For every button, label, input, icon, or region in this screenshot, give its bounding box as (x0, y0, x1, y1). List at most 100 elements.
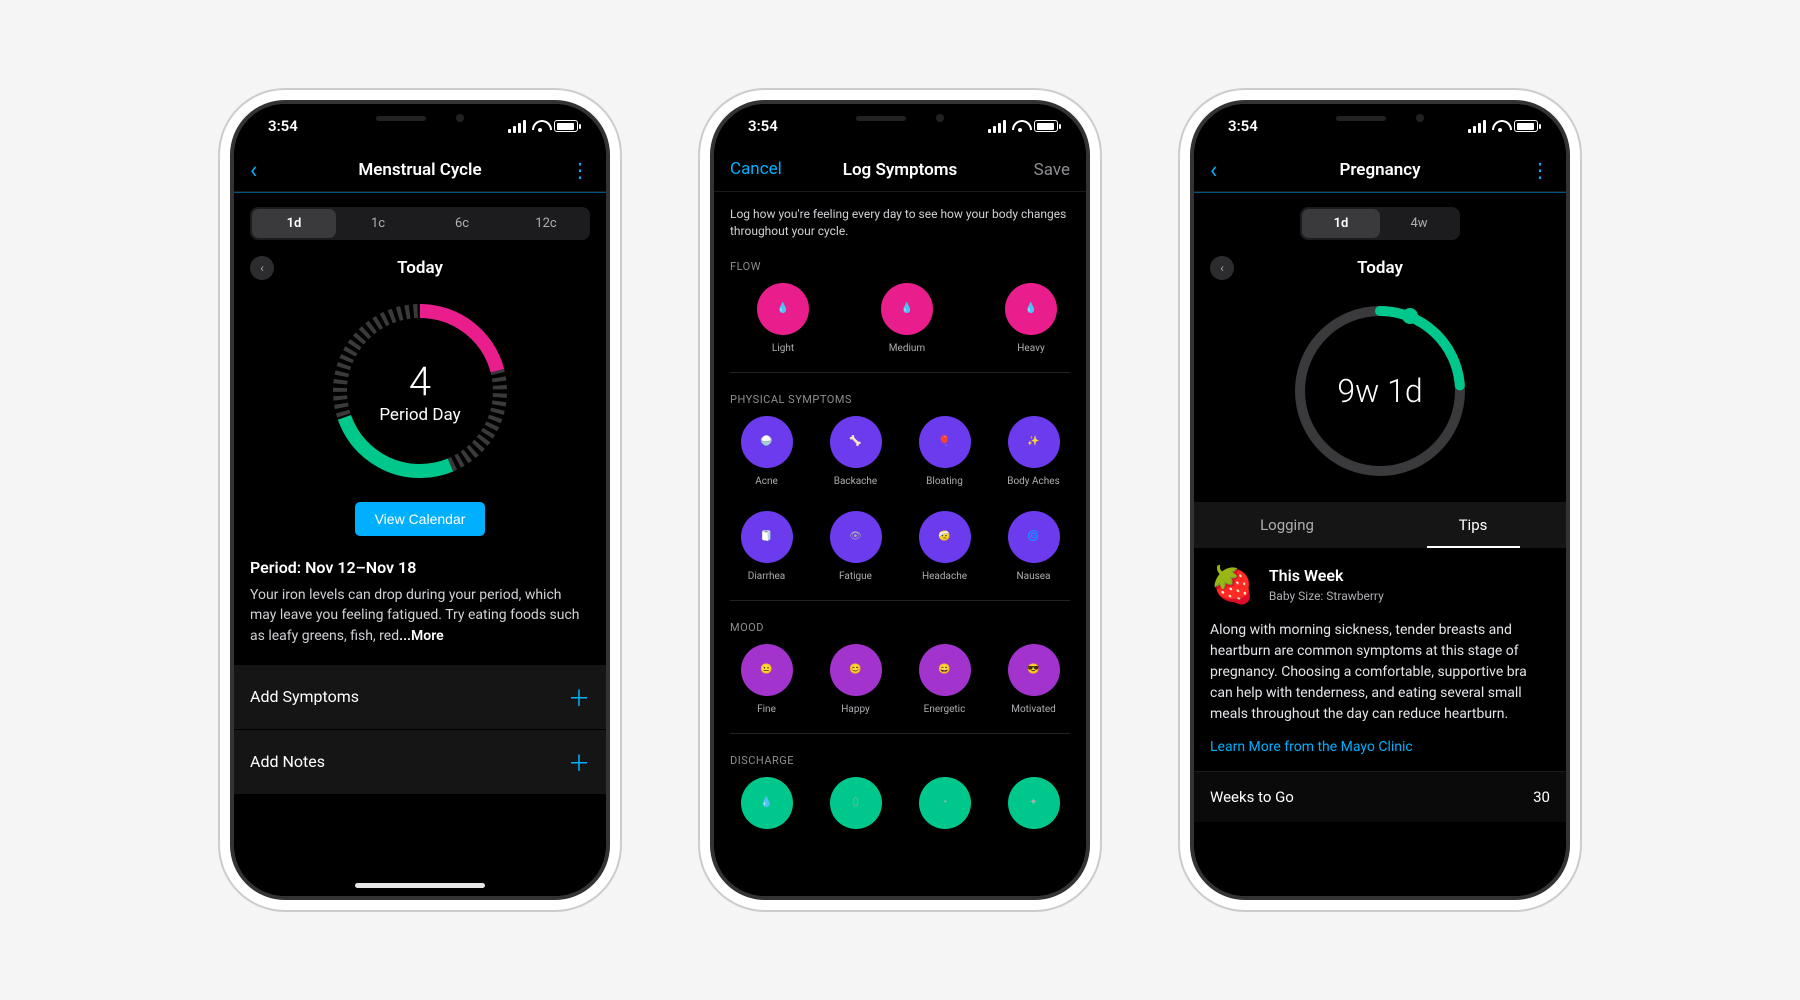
fatigue-icon: 👁 (830, 511, 882, 563)
section-flow-label: FLOW (714, 240, 1086, 283)
body-aches-icon: ✨ (1008, 416, 1060, 468)
pregnancy-week-day: 9w 1d (1337, 372, 1422, 410)
cellular-signal-icon (988, 120, 1006, 133)
back-button[interactable]: ‹ (250, 158, 257, 182)
view-calendar-button[interactable]: View Calendar (355, 502, 486, 536)
symptom-diarrhea[interactable]: 🧻Diarrhea (722, 511, 811, 582)
page-title: Log Symptoms (843, 160, 957, 180)
add-symptoms-label: Add Symptoms (250, 687, 359, 706)
nausea-icon: 🌀 (1008, 511, 1060, 563)
add-symptoms-row[interactable]: Add Symptoms ＋ (234, 664, 606, 729)
cycle-progress-ring: 4 Period Day (325, 296, 515, 486)
weeks-to-go-row: Weeks to Go 30 (1194, 771, 1566, 822)
symptom-body-aches[interactable]: ✨Body Aches (989, 416, 1078, 487)
wifi-icon (1012, 120, 1028, 132)
cellular-signal-icon (508, 120, 526, 133)
date-label: Today (397, 258, 443, 278)
read-more-link[interactable]: ...More (399, 628, 444, 644)
symptom-discharge-4[interactable]: ✦ (989, 777, 1078, 829)
face-motivated-icon: 😎 (1008, 644, 1060, 696)
cancel-button[interactable]: Cancel (730, 161, 782, 178)
symptom-discharge-1[interactable]: 💧 (722, 777, 811, 829)
face-energetic-icon: 😄 (919, 644, 971, 696)
weeks-to-go-value: 30 (1533, 788, 1550, 806)
tab-logging[interactable]: Logging (1194, 502, 1380, 548)
tip-subtitle: Baby Size: Strawberry (1269, 589, 1384, 603)
segment-1d[interactable]: 1d (252, 209, 336, 238)
discharge-icon: ◔ (919, 777, 971, 829)
save-button[interactable]: Save (1034, 160, 1070, 180)
symptom-fatigue[interactable]: 👁Fatigue (811, 511, 900, 582)
backache-icon: 🦴 (830, 416, 882, 468)
date-label: Today (1357, 258, 1403, 278)
phone-pregnancy: 3:54 ‹ Pregnancy ⋮ 1d 4w ‹ Today (1190, 100, 1570, 900)
discharge-icon: ✦ (1008, 777, 1060, 829)
headache-icon: 🤕 (919, 511, 971, 563)
segment-6c[interactable]: 6c (420, 209, 504, 238)
symptom-mood-motivated[interactable]: 😎Motivated (989, 644, 1078, 715)
previous-day-button[interactable]: ‹ (1210, 256, 1234, 280)
segment-4w[interactable]: 4w (1380, 209, 1458, 238)
face-neutral-icon: 😐 (741, 644, 793, 696)
segment-1d[interactable]: 1d (1302, 209, 1380, 238)
more-options-button[interactable]: ⋮ (570, 158, 590, 182)
discharge-icon: 💧 (741, 777, 793, 829)
symptom-discharge-2[interactable]: ⬯ (811, 777, 900, 829)
discharge-icon: ⬯ (830, 777, 882, 829)
period-range-title: Period: Nov 12–Nov 18 (250, 558, 590, 577)
symptom-acne[interactable]: 🍚Acne (722, 416, 811, 487)
symptom-flow-heavy[interactable]: 💧 Heavy (984, 283, 1078, 354)
home-indicator[interactable] (355, 883, 485, 888)
cycle-day-label: Period Day (379, 405, 460, 425)
bloating-icon: 🎈 (919, 416, 971, 468)
symptom-bloating[interactable]: 🎈Bloating (900, 416, 989, 487)
tab-tips[interactable]: Tips (1380, 502, 1566, 548)
wifi-icon (1492, 120, 1508, 132)
symptom-headache[interactable]: 🤕Headache (900, 511, 989, 582)
symptom-mood-happy[interactable]: 😊Happy (811, 644, 900, 715)
previous-day-button[interactable]: ‹ (250, 256, 274, 280)
battery-icon (1034, 120, 1058, 132)
segment-1c[interactable]: 1c (336, 209, 420, 238)
weeks-to-go-label: Weeks to Go (1210, 788, 1294, 806)
heavy-drops-icon: 💧 (1005, 283, 1057, 335)
status-time: 3:54 (748, 117, 778, 135)
segment-12c[interactable]: 12c (504, 209, 588, 238)
time-range-segmented-control[interactable]: 1d 1c 6c 12c (250, 207, 590, 240)
strawberry-icon: 🍓 (1210, 564, 1255, 606)
symptom-backache[interactable]: 🦴Backache (811, 416, 900, 487)
drop-icon: 💧 (757, 283, 809, 335)
page-title: Menstrual Cycle (358, 160, 481, 180)
wifi-icon (532, 120, 548, 132)
back-button[interactable]: ‹ (1210, 158, 1217, 182)
symptom-mood-energetic[interactable]: 😄Energetic (900, 644, 989, 715)
plus-icon: ＋ (568, 681, 590, 713)
face-happy-icon: 😊 (830, 644, 882, 696)
phone-log-symptoms: 3:54 Cancel Log Symptoms Save Log how yo… (710, 100, 1090, 900)
battery-icon (1514, 120, 1538, 132)
phone-menstrual-cycle: 3:54 ‹ Menstrual Cycle ⋮ 1d 1c 6c 12c ‹ … (230, 100, 610, 900)
learn-more-link[interactable]: Learn More from the Mayo Clinic (1210, 739, 1550, 755)
symptom-discharge-3[interactable]: ◔ (900, 777, 989, 829)
acne-icon: 🍚 (741, 416, 793, 468)
pregnancy-progress-ring: 9w 1d (1285, 296, 1475, 486)
page-title: Pregnancy (1339, 160, 1420, 180)
period-tip-text: Your iron levels can drop during your pe… (250, 585, 590, 646)
more-options-button[interactable]: ⋮ (1530, 158, 1550, 182)
tip-body: Along with morning sickness, tender brea… (1210, 620, 1550, 725)
symptom-mood-fine[interactable]: 😐Fine (722, 644, 811, 715)
status-time: 3:54 (268, 117, 298, 135)
add-notes-label: Add Notes (250, 752, 325, 771)
battery-icon (554, 120, 578, 132)
status-time: 3:54 (1228, 117, 1258, 135)
plus-icon: ＋ (568, 746, 590, 778)
add-notes-row[interactable]: Add Notes ＋ (234, 729, 606, 794)
symptom-nausea[interactable]: 🌀Nausea (989, 511, 1078, 582)
symptom-flow-light[interactable]: 💧 Light (736, 283, 830, 354)
cellular-signal-icon (1468, 120, 1486, 133)
symptom-flow-medium[interactable]: 💧 Medium (860, 283, 954, 354)
tip-title: This Week (1269, 566, 1384, 585)
section-physical-label: PHYSICAL SYMPTOMS (714, 373, 1086, 416)
section-discharge-label: DISCHARGE (714, 734, 1086, 777)
time-range-segmented-control[interactable]: 1d 4w (1300, 207, 1460, 240)
